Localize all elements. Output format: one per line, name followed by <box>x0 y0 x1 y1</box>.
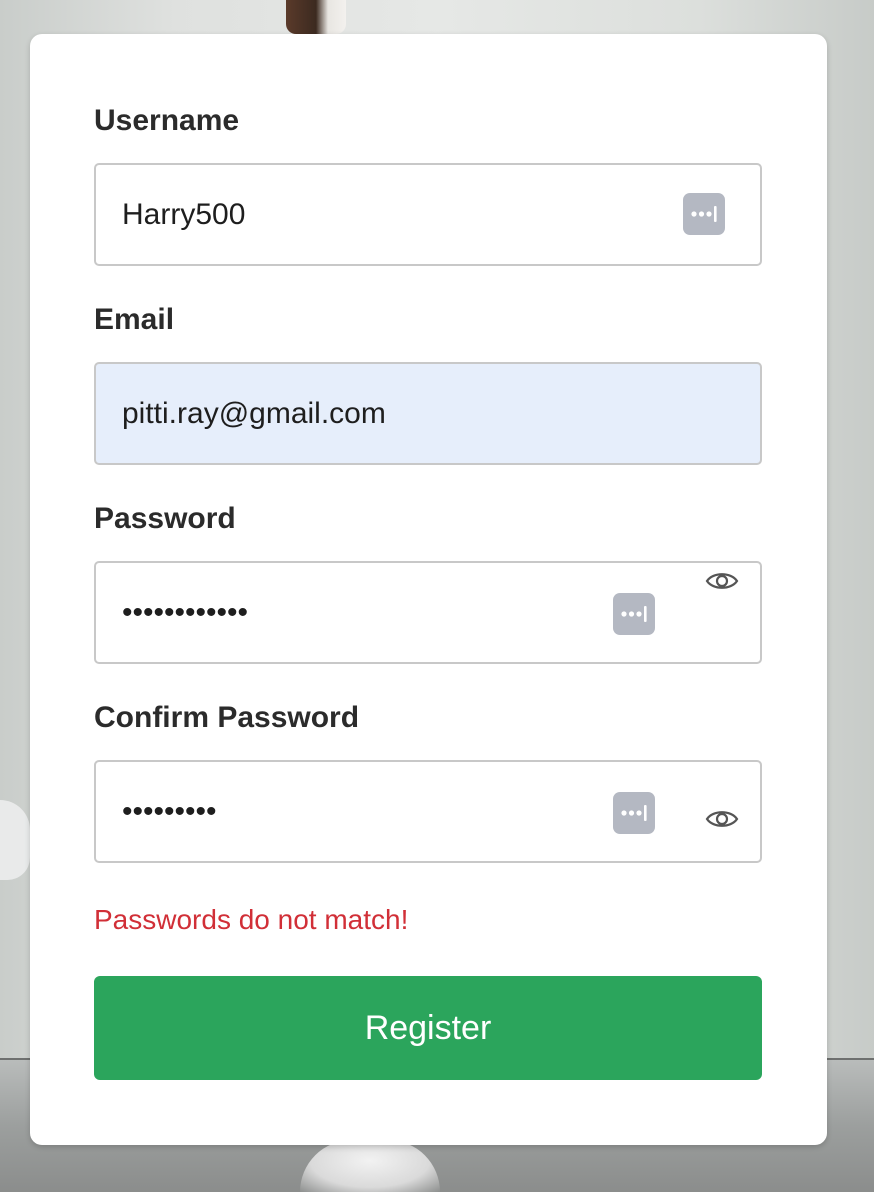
background-photo-shoe <box>0 800 30 880</box>
password-field[interactable]: •••••••••••• <box>94 561 762 664</box>
password-manager-icon[interactable] <box>613 792 655 834</box>
password-label: Password <box>94 502 236 535</box>
eye-icon[interactable] <box>705 570 739 592</box>
email-field[interactable]: pitti.ray@gmail.com <box>94 362 762 465</box>
password-manager-icon[interactable] <box>683 193 725 235</box>
username-value: Harry500 <box>122 197 246 231</box>
username-label: Username <box>94 104 240 137</box>
confirm-password-value: ••••••••• <box>122 794 217 828</box>
background-photo-figure <box>286 0 346 34</box>
password-mismatch-error: Passwords do not match! <box>94 904 409 935</box>
eye-icon[interactable] <box>705 808 739 830</box>
username-field[interactable]: Harry500 <box>94 163 762 266</box>
email-label: Email <box>94 303 175 336</box>
password-manager-icon[interactable] <box>613 593 655 635</box>
register-form-card: Username Harry500 Email pitti.ray@gmail.… <box>30 34 827 1145</box>
password-value: •••••••••••• <box>122 595 249 629</box>
register-button[interactable]: Register <box>94 976 762 1080</box>
confirm-password-field[interactable]: ••••••••• <box>94 760 762 863</box>
email-value: pitti.ray@gmail.com <box>122 396 386 430</box>
confirm-password-label: Confirm Password <box>94 701 360 734</box>
